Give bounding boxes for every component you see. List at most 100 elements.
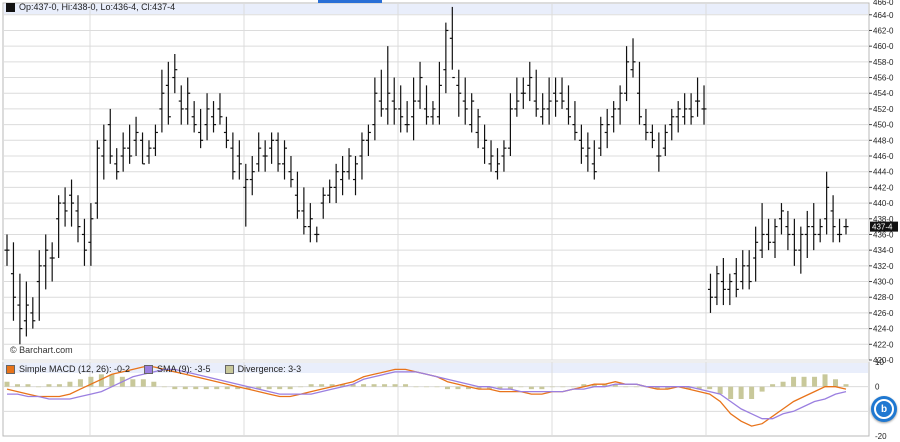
divergence-bar (140, 379, 146, 387)
divergence-bar (298, 386, 304, 388)
divergence-bar (214, 386, 220, 390)
price-y-tick-label: 462-0 (873, 26, 894, 35)
price-y-tick-label: 454-0 (873, 89, 894, 98)
watermark: © Barchart.com (10, 345, 73, 355)
divergence-bar (791, 376, 797, 387)
divergence-bar (528, 386, 534, 390)
macd-label: Simple MACD (12, 26): -0-2 (19, 364, 131, 374)
divergence-bar (319, 384, 325, 387)
macd-swatch (6, 364, 15, 374)
divergence-bar (203, 386, 209, 390)
divergence-bar (193, 386, 199, 390)
sma-label: SMA (9): -3-5 (157, 364, 211, 374)
divergence-bar (361, 384, 367, 387)
chart-svg: 420-0422-0424-0426-0428-0430-0432-0434-0… (2, 0, 898, 441)
price-y-tick-label: 466-0 (873, 0, 894, 7)
divergence-bar (539, 386, 545, 390)
divergence-bar (56, 384, 62, 387)
barchart-b-button[interactable]: b (871, 396, 897, 422)
divergence-bar (413, 386, 419, 388)
divergence-bar (392, 384, 398, 387)
sma-swatch (144, 364, 154, 374)
barchart-b-icon: b (874, 399, 894, 419)
divergence-bar (424, 386, 429, 388)
price-y-tick-label: 456-0 (873, 74, 894, 83)
divergence-bar (182, 386, 188, 390)
price-y-tick-label: 460-0 (873, 42, 894, 51)
price-y-tick-label: 448-0 (873, 136, 894, 145)
price-y-tick-label: 434-0 (873, 246, 894, 255)
macd-y-tick-label: 10 (875, 358, 884, 367)
divergence-bar (560, 386, 566, 388)
divergence-bar (287, 386, 293, 390)
divergence-bar (266, 386, 272, 390)
price-y-tick-label: 430-0 (873, 278, 894, 287)
divergence-bar (633, 386, 639, 388)
divergence-bar (172, 386, 178, 390)
divergence-bar (738, 386, 744, 399)
divergence-bar (444, 386, 450, 390)
divergence-bar (759, 386, 765, 392)
price-legend: Op:437-0, Hi:438-0, Lo:436-4, Cl:437-4 (6, 2, 175, 12)
divergence-bar (371, 384, 377, 387)
macd-legend: Simple MACD (12, 26): -0-2 SMA (9): -3-5… (6, 364, 311, 374)
divergence-bar (14, 384, 20, 387)
price-y-tick-label: 450-0 (873, 121, 894, 130)
divergence-bar (812, 376, 818, 387)
price-legend-text: Op:437-0, Hi:438-0, Lo:436-4, Cl:437-4 (19, 2, 176, 12)
divergence-bar (518, 386, 524, 388)
price-y-tick-label: 446-0 (873, 152, 894, 161)
price-y-tick-label: 422-0 (873, 340, 894, 349)
divergence-bar (224, 386, 230, 390)
divergence-bar (749, 386, 755, 399)
divergence-bar (403, 384, 409, 387)
divergence-bar (833, 379, 839, 387)
divergence-bar (4, 381, 10, 387)
last-price-label: 437-4 (872, 223, 893, 232)
divergence-bar (549, 386, 555, 388)
divergence-bar (455, 386, 461, 390)
divergence-bar (277, 386, 283, 390)
divergence-bar (77, 379, 83, 387)
price-y-tick-label: 464-0 (873, 11, 894, 20)
divergence-bar (161, 386, 167, 388)
price-y-tick-label: 442-0 (873, 183, 894, 192)
price-y-tick-label: 424-0 (873, 325, 894, 334)
divergence-swatch (224, 364, 234, 374)
price-panel-frame (2, 2, 870, 361)
price-y-tick-label: 432-0 (873, 262, 894, 271)
price-y-tick-label: 458-0 (873, 58, 894, 67)
divergence-bar (843, 384, 849, 387)
divergence-bar (780, 381, 786, 387)
top-tab-indicator[interactable] (318, 0, 382, 3)
price-y-tick-label: 444-0 (873, 168, 894, 177)
divergence-bar (717, 386, 723, 395)
divergence-bar (822, 374, 828, 387)
divergence-bar (623, 386, 629, 388)
price-y-tick-label: 452-0 (873, 105, 894, 114)
divergence-bar (151, 381, 157, 387)
divergence-bar (25, 384, 31, 387)
chart-root: 420-0 422-0 424-0 426-0 428-0 430-0 432-0 434-0… (0, 0, 900, 442)
price-legend-swatch (6, 2, 15, 12)
price-y-tick-label: 436-0 (873, 230, 894, 239)
divergence-bar (570, 386, 576, 388)
divergence-bar (770, 384, 776, 387)
divergence-bar (35, 386, 41, 388)
divergence-bar (46, 384, 52, 387)
divergence-bar (67, 381, 73, 387)
divergence-bar (109, 374, 115, 387)
divergence-bar (728, 386, 734, 399)
divergence-bar (308, 384, 314, 387)
price-y-tick-label: 428-0 (873, 293, 894, 302)
macd-y-tick-label: -20 (875, 432, 887, 441)
price-y-tick-label: 440-0 (873, 199, 894, 208)
divergence-bar (801, 376, 807, 387)
macd-y-tick-label: 0 (875, 383, 880, 392)
price-y-tick-label: 426-0 (873, 309, 894, 318)
divergence-bar (707, 386, 713, 390)
divergence-bar (130, 379, 136, 387)
divergence-bar (382, 384, 388, 387)
divergence-label: Divergence: 3-3 (237, 364, 302, 374)
divergence-bar (434, 386, 440, 388)
